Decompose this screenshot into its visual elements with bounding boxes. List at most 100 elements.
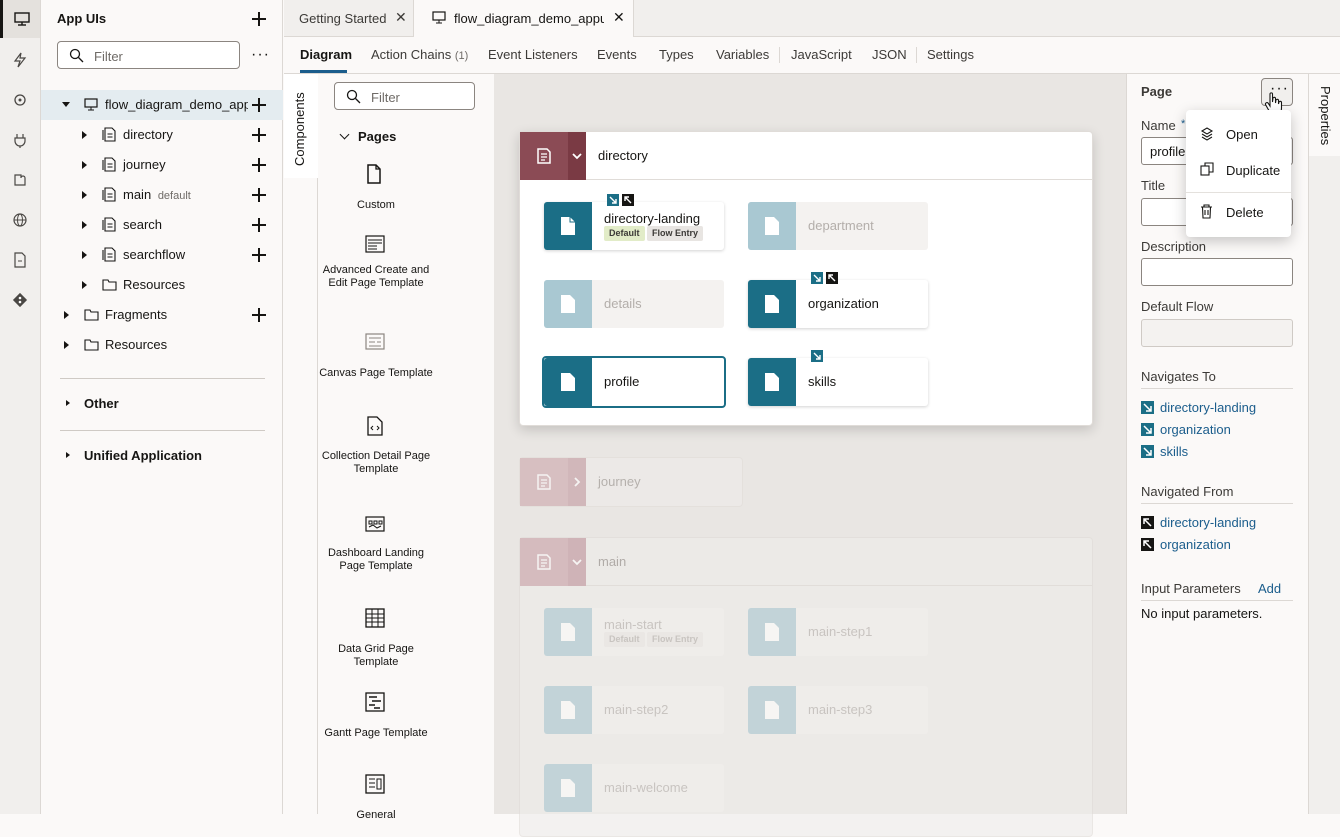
chevron-right-icon[interactable] [82, 131, 87, 139]
page-node-organization[interactable]: organization [748, 280, 928, 328]
globe-icon[interactable] [10, 210, 30, 230]
page-node-main-step3[interactable]: main-step3 [748, 686, 928, 734]
navigated-from-link[interactable]: organization [1141, 537, 1231, 552]
plug-icon[interactable] [10, 130, 30, 150]
page-node-department[interactable]: department [748, 202, 928, 250]
page-node-main-step2[interactable]: main-step2 [544, 686, 724, 734]
subtab-settings[interactable]: Settings [927, 47, 974, 62]
document-icon[interactable] [10, 250, 30, 270]
components-rail-tab[interactable]: Components [284, 74, 318, 178]
flow-header[interactable]: main [520, 538, 1092, 586]
chevron-down-icon[interactable] [568, 132, 586, 180]
services-icon[interactable] [10, 90, 30, 110]
flow-directory[interactable]: directory directory-landing Default Flow… [519, 131, 1093, 426]
template-item[interactable]: Data Grid Page Template [318, 643, 434, 669]
chevron-down-icon[interactable] [62, 102, 70, 107]
navigates-to-link[interactable]: directory-landing [1141, 400, 1256, 415]
description-input[interactable] [1141, 258, 1293, 286]
components-filter-input[interactable]: Filter [334, 82, 475, 110]
subtab-javascript[interactable]: JavaScript [791, 47, 852, 62]
chevron-right-icon[interactable] [82, 251, 87, 259]
menu-item-open[interactable]: Open [1186, 116, 1291, 152]
add-page-button[interactable] [251, 127, 267, 143]
menu-item-delete[interactable]: Delete [1186, 194, 1291, 230]
add-app-ui-button[interactable] [251, 11, 267, 27]
chevron-right-icon[interactable] [64, 341, 69, 349]
template-item[interactable]: Collection Detail Page Template [318, 450, 434, 476]
other-section[interactable]: Other [41, 389, 283, 419]
navigates-to-link[interactable]: skills [1141, 444, 1188, 459]
add-page-button[interactable] [251, 187, 267, 203]
template-icon[interactable] [365, 416, 385, 436]
page-node-details[interactable]: details [544, 280, 724, 328]
flow-journey[interactable]: journey [519, 457, 743, 507]
template-item[interactable]: General [318, 809, 434, 822]
chevron-right-icon[interactable] [568, 458, 586, 506]
template-item[interactable]: Canvas Page Template [318, 367, 434, 380]
tree-fragments-row[interactable]: Fragments [41, 300, 283, 330]
add-fragment-button[interactable] [251, 307, 267, 323]
template-icon[interactable] [365, 234, 385, 254]
page-node-main-start[interactable]: main-start Default Flow Entry [544, 608, 724, 656]
default-flow-input[interactable] [1141, 319, 1293, 347]
unified-application-section[interactable]: Unified Application [41, 441, 283, 471]
chevron-right-icon[interactable] [66, 400, 70, 406]
tree-flow-row[interactable]: search [41, 210, 283, 240]
template-item[interactable]: Advanced Create and Edit Page Template [318, 264, 434, 290]
more-options-icon[interactable]: ··· [251, 47, 270, 63]
tree-flow-row[interactable]: journey [41, 150, 283, 180]
navigator-filter-input[interactable]: Filter [57, 41, 240, 69]
add-page-button[interactable] [251, 157, 267, 173]
template-icon[interactable] [365, 774, 385, 794]
add-input-parameter-link[interactable]: Add [1258, 581, 1281, 596]
tab-flow-diagram-demo-appui[interactable]: flow_diagram_demo_appui ✕ [414, 0, 634, 38]
subtab-variables[interactable]: Variables [716, 47, 769, 62]
page-node-directory-landing[interactable]: directory-landing Default Flow Entry [544, 202, 724, 250]
chevron-right-icon[interactable] [64, 311, 69, 319]
chevron-right-icon[interactable] [82, 221, 87, 229]
tree-resources-row[interactable]: Resources [41, 270, 283, 300]
template-item[interactable]: Custom [318, 199, 434, 212]
template-icon[interactable] [365, 514, 385, 534]
subtab-events[interactable]: Events [597, 47, 637, 62]
tab-getting-started[interactable]: Getting Started ✕ [284, 0, 414, 37]
chevron-down-icon[interactable] [339, 129, 350, 140]
chevron-down-icon[interactable] [568, 538, 586, 586]
close-icon[interactable]: ✕ [613, 9, 625, 26]
components-icon[interactable] [10, 170, 30, 190]
flow-header[interactable]: directory [520, 132, 1092, 180]
close-icon[interactable]: ✕ [395, 9, 407, 26]
chevron-right-icon[interactable] [82, 281, 87, 289]
template-item[interactable]: Gantt Page Template [318, 727, 434, 740]
subtab-action-chains[interactable]: Action Chains (1) [371, 47, 468, 62]
events-icon[interactable] [10, 50, 30, 70]
menu-item-duplicate[interactable]: Duplicate [1186, 152, 1291, 188]
app-uis-icon[interactable] [0, 0, 40, 38]
template-icon[interactable] [365, 608, 385, 628]
template-icon[interactable] [365, 332, 385, 352]
page-node-profile-selected[interactable]: profile [542, 356, 726, 408]
tree-flow-row[interactable]: directory [41, 120, 283, 150]
tree-app-row[interactable]: flow_diagram_demo_appui [41, 90, 283, 120]
subtab-types[interactable]: Types [659, 47, 694, 62]
navigates-to-link[interactable]: organization [1141, 422, 1231, 437]
tree-flow-row[interactable]: searchflow [41, 240, 283, 270]
add-page-button[interactable] [251, 217, 267, 233]
properties-rail-tab[interactable]: Properties [1309, 74, 1340, 156]
chevron-right-icon[interactable] [66, 452, 70, 458]
chevron-right-icon[interactable] [82, 191, 87, 199]
diagram-canvas[interactable]: directory directory-landing Default Flow… [494, 74, 1126, 837]
page-node-skills[interactable]: skills [748, 358, 928, 406]
flow-main[interactable]: main main-start Default Flow Entry main-… [519, 537, 1093, 837]
tree-resources2-row[interactable]: Resources [41, 330, 283, 360]
add-flow-button[interactable] [251, 97, 267, 113]
page-node-main-step1[interactable]: main-step1 [748, 608, 928, 656]
template-item[interactable]: Dashboard Landing Page Template [318, 547, 434, 573]
subtab-event-listeners[interactable]: Event Listeners [488, 47, 578, 62]
chevron-right-icon[interactable] [82, 161, 87, 169]
add-page-button[interactable] [251, 247, 267, 263]
template-icon[interactable] [365, 692, 385, 712]
git-icon[interactable] [10, 290, 30, 310]
subtab-json[interactable]: JSON [872, 47, 907, 62]
navigated-from-link[interactable]: directory-landing [1141, 515, 1256, 530]
